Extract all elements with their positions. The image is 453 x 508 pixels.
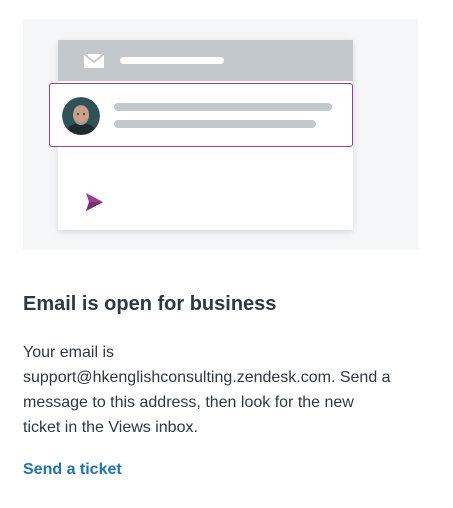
mail-window-header [58, 40, 353, 81]
envelope-icon [83, 53, 105, 68]
description-line: ticket in the Views inbox. [23, 419, 198, 436]
message-card-graphic [49, 83, 353, 147]
send-ticket-link[interactable]: Send a ticket [23, 459, 122, 481]
avatar [62, 97, 100, 135]
email-illustration [23, 19, 418, 250]
description-line: support@hkenglishconsulting.zendesk.com.… [23, 369, 391, 386]
message-placeholder-line [114, 120, 316, 128]
description-line: Your email is [23, 344, 115, 361]
message-placeholder-line [114, 103, 332, 111]
card-description: Your email is support@hkenglishconsultin… [23, 340, 443, 440]
header-placeholder-line [120, 57, 224, 64]
card-title: Email is open for business [23, 293, 277, 315]
send-icon [86, 193, 103, 211]
description-line: message to this address, then look for t… [23, 394, 354, 411]
